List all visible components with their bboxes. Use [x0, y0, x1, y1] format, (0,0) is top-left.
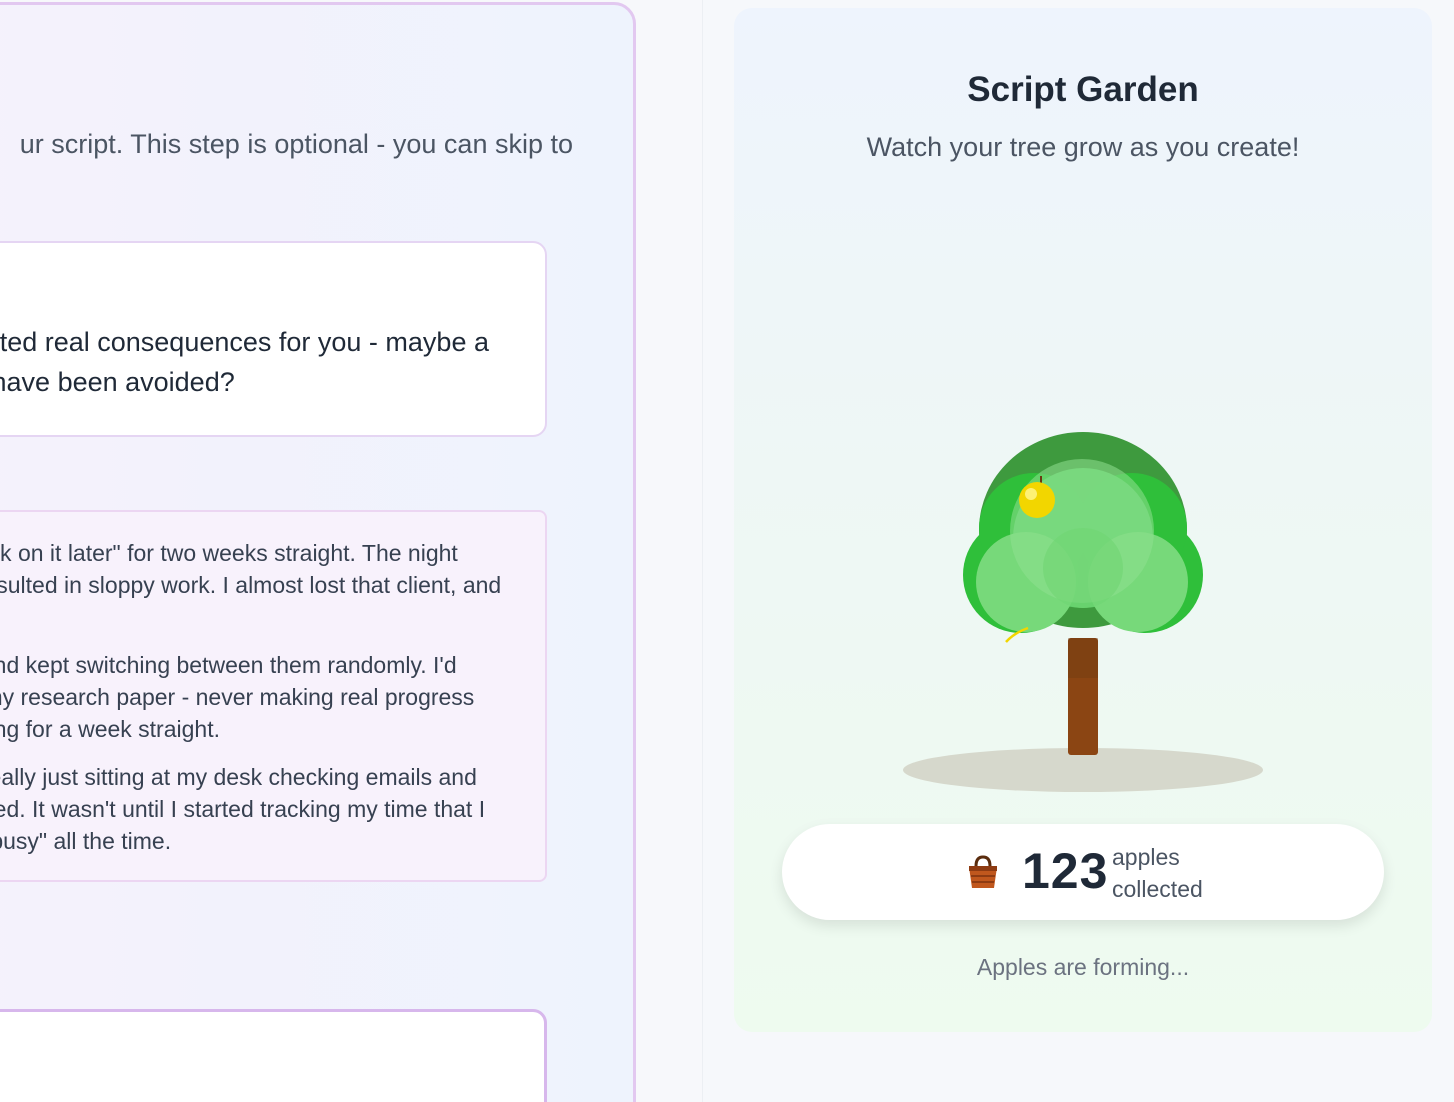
example-line: k and kept switching between them random…: [0, 652, 457, 678]
example-line: eping for a week straight.: [0, 716, 220, 742]
examples-card: work on it later" for two weeks straight…: [0, 510, 547, 882]
prompt-question-line-1: eated real consequences for you - maybe …: [0, 327, 489, 357]
example-line: t resulted in sloppy work. I almost lost…: [0, 572, 502, 598]
script-form-panel: ur script. This step is optional - you c…: [0, 2, 636, 1102]
page: ur script. This step is optional - you c…: [0, 0, 1454, 1102]
tree-svg: [903, 432, 1263, 792]
example-line: s really just sitting at my desk checkin…: [0, 764, 477, 790]
answer-textarea[interactable]: [0, 1009, 547, 1102]
garden-subtitle: Watch your tree grow as you create!: [866, 132, 1300, 162]
step-instruction: ur script. This step is optional - you c…: [19, 129, 573, 159]
example-line: usted. It wasn't until I started trackin…: [0, 796, 486, 822]
apple-count-value: 123: [1022, 843, 1109, 899]
basket-icon: [969, 855, 997, 888]
prompt-card: eated real consequences for you - maybe …: [0, 241, 547, 437]
tree-illustration: [894, 418, 1274, 798]
tree-leaf-highlight-mid: [1043, 528, 1123, 608]
garden-status: Apples are forming...: [976, 954, 1190, 980]
example-line: work on it later" for two weeks straight…: [0, 540, 458, 566]
apple-counter: 123 apples collected: [782, 824, 1384, 920]
apple-icon: [1019, 482, 1055, 518]
apple-count-label-2: collected: [1112, 876, 1203, 902]
apple-count-label: apples: [1112, 844, 1180, 870]
prompt-question-line-2: ld have been avoided?: [0, 367, 235, 397]
example-line: rt my research paper - never making real…: [0, 684, 475, 710]
example-line: g "busy" all the time.: [0, 828, 172, 854]
garden-title: Script Garden: [967, 70, 1199, 109]
script-garden-card: Script Garden Watch your tree grow as yo…: [734, 8, 1432, 1032]
